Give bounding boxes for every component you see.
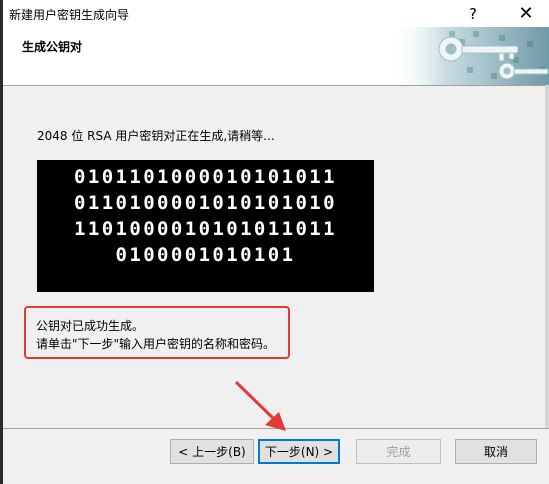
wizard-window: 新建用户密钥生成向导 ? ✕ 生成公钥对 2048 位 RSA 用户密钥对正在生…	[0, 0, 549, 484]
back-button[interactable]: < 上一步(B)	[170, 439, 254, 464]
wizard-header: 生成公钥对	[3, 27, 549, 85]
status-message: 2048 位 RSA 用户密钥对正在生成,请稍等...	[37, 129, 275, 143]
finish-button: 完成	[356, 439, 441, 464]
keys-banner-icon	[389, 27, 549, 85]
binary-line: 0110100001010101010	[74, 192, 337, 214]
cancel-button[interactable]: 取消	[455, 439, 537, 464]
next-button[interactable]: 下一步(N) >	[258, 439, 340, 464]
help-button[interactable]: ?	[453, 0, 493, 27]
title-bar[interactable]: 新建用户密钥生成向导 ? ✕	[3, 0, 549, 27]
footer-divider	[3, 428, 549, 429]
right-edge	[545, 85, 549, 428]
binary-line: 0101101000010101011	[74, 166, 337, 188]
key-generation-animation: 0101101000010101011 0110100001010101010 …	[37, 160, 374, 292]
binary-line: 1101000010101011011	[74, 218, 337, 240]
instruction-message: 请单击"下一步"输入用户密钥的名称和密码。	[36, 337, 276, 351]
close-button[interactable]: ✕	[506, 0, 546, 27]
success-message: 公钥对已成功生成。	[36, 319, 145, 333]
page-title: 生成公钥对	[22, 40, 83, 54]
window-title: 新建用户密钥生成向导	[9, 8, 130, 22]
binary-line: 0100001010101	[115, 244, 296, 266]
header-divider	[3, 85, 549, 86]
